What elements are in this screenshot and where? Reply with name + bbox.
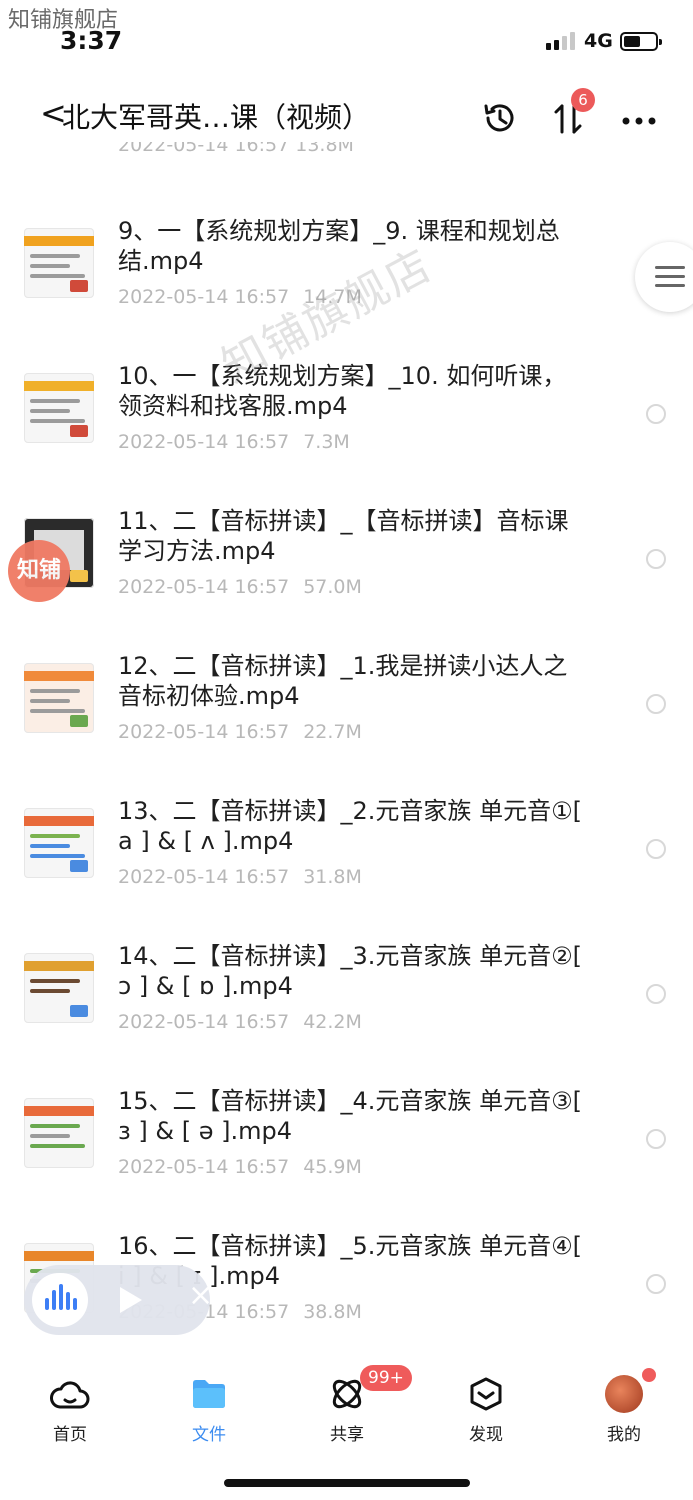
file-size: 42.2M bbox=[303, 1011, 362, 1033]
voice-wave-icon[interactable] bbox=[32, 1273, 88, 1327]
file-row[interactable]: 10、一【系统规划方案】_10. 如何听课，领资料和找客服.mp4 2022-0… bbox=[0, 345, 693, 490]
tab-home[interactable]: 首页 bbox=[30, 1374, 110, 1445]
file-size: 45.9M bbox=[303, 1156, 362, 1178]
file-name: 15、二【音标拼读】_4.元音家族 单元音③[ ɜ ] & [ ə ].mp4 bbox=[118, 1087, 582, 1145]
file-name: 12、二【音标拼读】_1.我是拼读小达人之音标初体验.mp4 bbox=[118, 652, 568, 710]
select-radio[interactable] bbox=[646, 694, 666, 714]
file-date: 2022-05-14 16:57 bbox=[118, 1156, 290, 1178]
file-size: 31.8M bbox=[303, 866, 362, 888]
select-radio[interactable] bbox=[646, 984, 666, 1004]
tab-label: 文件 bbox=[192, 1425, 226, 1445]
file-size: 57.0M bbox=[303, 576, 362, 598]
file-row[interactable]: 12、二【音标拼读】_1.我是拼读小达人之音标初体验.mp4 2022-05-1… bbox=[0, 635, 693, 780]
file-meta: 2022-05-14 16:57 57.0M bbox=[118, 576, 362, 598]
status-time: 3:37 bbox=[60, 26, 123, 55]
video-thumbnail bbox=[24, 953, 94, 1023]
file-date: 2022-05-14 16:57 bbox=[118, 1011, 290, 1033]
notification-dot bbox=[642, 1368, 656, 1382]
file-name: 14、二【音标拼读】_3.元音家族 单元音②[ ɔ ] & [ ɒ ].mp4 bbox=[118, 942, 582, 1000]
battery-icon bbox=[620, 32, 662, 51]
history-icon[interactable] bbox=[480, 98, 520, 142]
share-count-badge: 99+ bbox=[360, 1365, 412, 1391]
file-size: 7.3M bbox=[303, 431, 350, 453]
file-meta: 2022-05-14 16:57 45.9M bbox=[118, 1156, 362, 1178]
file-size: 22.7M bbox=[303, 721, 362, 743]
tab-profile[interactable]: 我的 bbox=[584, 1374, 664, 1445]
file-name: 11、二【音标拼读】_【音标拼读】音标课学习方法.mp4 bbox=[118, 507, 569, 565]
select-radio[interactable] bbox=[646, 549, 666, 569]
list-item-partial: 2022-05-14 16:57 13.8M bbox=[118, 142, 354, 162]
tab-files[interactable]: 文件 bbox=[169, 1374, 249, 1445]
file-row[interactable]: 14、二【音标拼读】_3.元音家族 单元音②[ ɔ ] & [ ɒ ].mp4 … bbox=[0, 925, 693, 1070]
transfer-count-badge: 6 bbox=[571, 88, 595, 112]
select-radio[interactable] bbox=[646, 839, 666, 859]
file-name: 10、一【系统规划方案】_10. 如何听课，领资料和找客服.mp4 bbox=[118, 362, 567, 420]
cloud-home-icon bbox=[30, 1374, 110, 1414]
file-meta: 2022-05-14 16:57 42.2M bbox=[118, 1011, 362, 1033]
mini-player[interactable]: × bbox=[24, 1265, 213, 1335]
file-meta: 2022-05-14 16:57 13.8M bbox=[118, 142, 354, 156]
file-meta: 2022-05-14 16:57 31.8M bbox=[118, 866, 362, 888]
tab-label: 首页 bbox=[53, 1425, 87, 1445]
file-date: 2022-05-14 16:57 bbox=[118, 286, 290, 308]
discover-box-icon bbox=[446, 1374, 526, 1414]
video-thumbnail bbox=[24, 228, 94, 298]
tab-label: 共享 bbox=[330, 1425, 364, 1445]
more-options-icon[interactable] bbox=[620, 112, 660, 131]
video-thumbnail bbox=[24, 808, 94, 878]
file-row[interactable]: 15、二【音标拼读】_4.元音家族 单元音③[ ɜ ] & [ ə ].mp4 … bbox=[0, 1070, 693, 1215]
video-thumbnail bbox=[24, 373, 94, 443]
tab-discover[interactable]: 发现 bbox=[446, 1374, 526, 1445]
network-type: 4G bbox=[584, 30, 613, 52]
file-date: 2022-05-14 16:57 bbox=[118, 866, 290, 888]
select-radio[interactable] bbox=[646, 1274, 666, 1294]
file-size: 38.8M bbox=[303, 1301, 362, 1323]
brand-watermark-bubble: 知铺 bbox=[8, 540, 70, 602]
home-indicator[interactable] bbox=[224, 1479, 470, 1487]
file-date: 2022-05-14 16:57 bbox=[118, 576, 290, 598]
file-date: 2022-05-14 16:57 bbox=[118, 721, 290, 743]
folder-icon bbox=[169, 1374, 249, 1414]
select-radio[interactable] bbox=[646, 404, 666, 424]
file-date: 2022-05-14 16:57 bbox=[118, 431, 290, 453]
file-meta: 2022-05-14 16:57 22.7M bbox=[118, 721, 362, 743]
file-row[interactable]: 11、二【音标拼读】_【音标拼读】音标课学习方法.mp4 2022-05-14 … bbox=[0, 490, 693, 635]
play-icon[interactable] bbox=[120, 1287, 142, 1313]
tab-label: 我的 bbox=[607, 1425, 641, 1445]
signal-strength-icon bbox=[546, 32, 575, 50]
avatar bbox=[605, 1375, 643, 1413]
file-name: 13、二【音标拼读】_2.元音家族 单元音①[ a ] & [ ʌ ].mp4 bbox=[118, 797, 582, 855]
video-thumbnail bbox=[24, 1098, 94, 1168]
video-thumbnail bbox=[24, 663, 94, 733]
tab-label: 发现 bbox=[469, 1425, 503, 1445]
file-meta: 2022-05-14 16:57 7.3M bbox=[118, 431, 350, 453]
page-title: 北大军哥英…课（视频） bbox=[62, 101, 371, 134]
file-row[interactable]: 13、二【音标拼读】_2.元音家族 单元音①[ a ] & [ ʌ ].mp4 … bbox=[0, 780, 693, 925]
close-icon[interactable]: × bbox=[188, 1281, 213, 1311]
bottom-tab-bar: 首页 文件 共享 发现 我的 bbox=[0, 1360, 693, 1450]
status-bar: 3:37 4G bbox=[0, 0, 693, 64]
select-radio[interactable] bbox=[646, 1129, 666, 1149]
